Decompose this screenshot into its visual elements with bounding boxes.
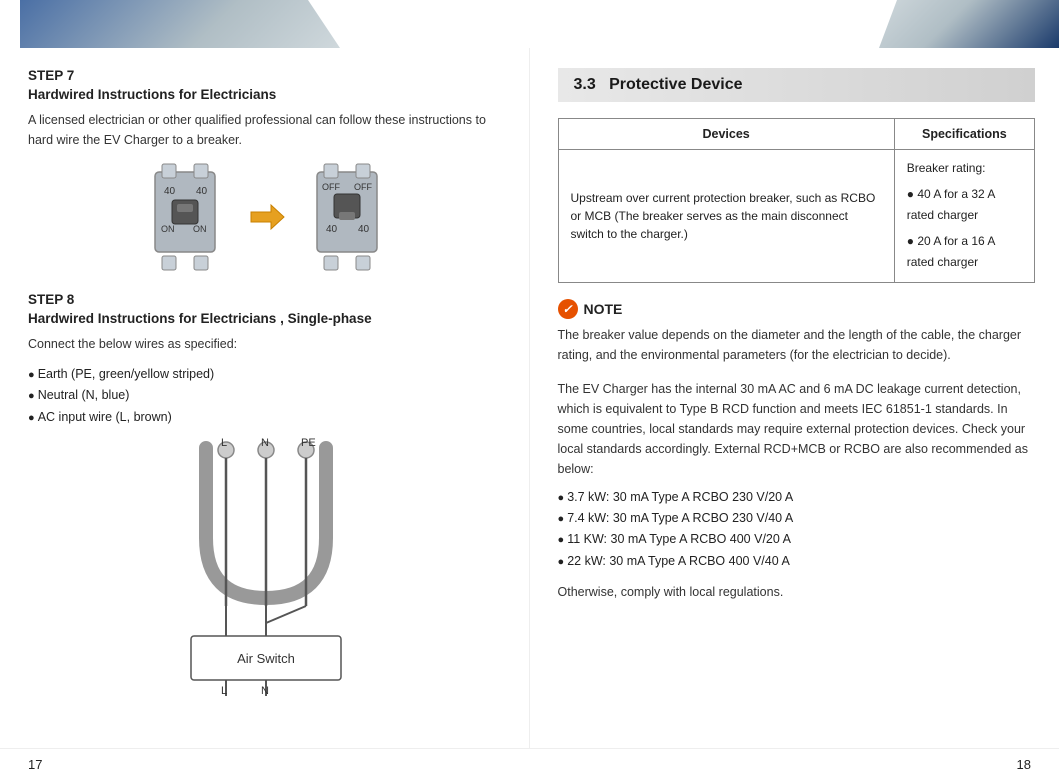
svg-text:Air Switch: Air Switch — [237, 651, 295, 666]
svg-text:40: 40 — [358, 224, 370, 235]
device-cell: Upstream over current protection breaker… — [558, 150, 894, 283]
note-icon: ✓ — [558, 299, 578, 319]
step7-label: STEP 7 — [28, 68, 505, 83]
spec-cell: Breaker rating: ● 40 A for a 32 A rated … — [894, 150, 1034, 283]
header-shape-right — [879, 0, 1059, 48]
note-title: ✓ NOTE — [558, 299, 1036, 319]
spec-table: Devices Specifications Upstream over cur… — [558, 118, 1036, 283]
header-left — [0, 0, 530, 48]
bullet-earth: Earth (PE, green/yellow striped) — [28, 364, 505, 385]
note-bullet-3: 11 KW: 30 mA Type A RCBO 400 V/20 A — [558, 529, 1036, 550]
svg-text:40: 40 — [326, 224, 338, 235]
note-text3: Otherwise, comply with local regulations… — [558, 582, 1036, 602]
svg-text:N: N — [261, 438, 269, 449]
spec-bullet-1: ● 40 A for a 32 A rated charger — [907, 184, 1022, 227]
table-row: Upstream over current protection breaker… — [558, 150, 1035, 283]
svg-text:40: 40 — [164, 186, 176, 197]
note-bullet-1: 3.7 kW: 30 mA Type A RCBO 230 V/20 A — [558, 487, 1036, 508]
spec-header: Breaker rating: — [907, 158, 1022, 180]
svg-text:OFF: OFF — [354, 182, 372, 192]
svg-text:OFF: OFF — [322, 182, 340, 192]
note-text1: The breaker value depends on the diamete… — [558, 325, 1036, 365]
step8-label: STEP 8 — [28, 292, 505, 307]
note-bullet-4: 22 kW: 30 mA Type A RCBO 400 V/40 A — [558, 551, 1036, 572]
section-title: 3.3 Protective Device — [574, 76, 1020, 94]
section-header: 3.3 Protective Device — [558, 68, 1036, 102]
svg-text:N: N — [261, 685, 269, 697]
svg-text:L: L — [221, 438, 227, 449]
step8-subtitle: Hardwired Instructions for Electricians … — [28, 311, 505, 326]
svg-text:PE: PE — [301, 438, 316, 449]
header-bar — [0, 0, 1059, 48]
col-devices: Devices — [558, 119, 894, 150]
step8-section: STEP 8 Hardwired Instructions for Electr… — [28, 292, 505, 428]
arrow-svg — [246, 197, 286, 237]
breaker-diagram: 40 40 ON ON OFF OFF — [28, 162, 505, 272]
header-right — [530, 0, 1059, 48]
wiring-diagram-area: L N PE Air Switch L N — [28, 438, 505, 698]
page-right: 18 — [1017, 757, 1031, 772]
note-box: ✓ NOTE The breaker value depends on the … — [558, 299, 1036, 365]
step7-section: STEP 7 Hardwired Instructions for Electr… — [28, 68, 505, 150]
left-column: STEP 7 Hardwired Instructions for Electr… — [0, 48, 530, 748]
right-column: 3.3 Protective Device Devices Specificat… — [530, 48, 1059, 748]
content-area: STEP 7 Hardwired Instructions for Electr… — [0, 48, 1059, 748]
wiring-diagram-svg: L N PE Air Switch L N — [166, 438, 366, 698]
col-specs: Specifications — [894, 119, 1034, 150]
note-bullet-2: 7.4 kW: 30 mA Type A RCBO 230 V/40 A — [558, 508, 1036, 529]
footer: 17 18 — [0, 748, 1059, 780]
breaker-off-svg: OFF OFF 40 40 — [302, 162, 392, 272]
svg-text:L: L — [221, 685, 227, 697]
spec-bullet-2: ● 20 A for a 16 A rated charger — [907, 231, 1022, 274]
step8-bullets: Earth (PE, green/yellow striped) Neutral… — [28, 364, 505, 428]
svg-text:40: 40 — [196, 186, 208, 197]
bullet-ac: AC input wire (L, brown) — [28, 407, 505, 428]
step7-text: A licensed electrician or other qualifie… — [28, 110, 505, 150]
header-shape-left — [20, 0, 340, 48]
breaker-on-svg: 40 40 ON ON — [140, 162, 230, 272]
bullet-neutral: Neutral (N, blue) — [28, 385, 505, 406]
note-text2: The EV Charger has the internal 30 mA AC… — [558, 379, 1036, 479]
svg-text:ON: ON — [193, 224, 207, 234]
step8-intro: Connect the below wires as specified: — [28, 334, 505, 354]
note-bullets: 3.7 kW: 30 mA Type A RCBO 230 V/20 A 7.4… — [558, 487, 1036, 572]
svg-text:ON: ON — [161, 224, 175, 234]
note-label: NOTE — [584, 301, 623, 317]
page-left: 17 — [28, 757, 42, 772]
step7-subtitle: Hardwired Instructions for Electricians — [28, 87, 505, 102]
